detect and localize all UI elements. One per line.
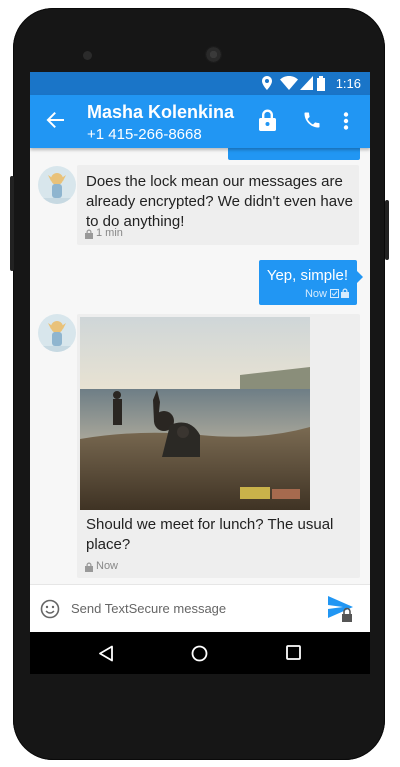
avatar-photo: [38, 314, 76, 352]
message-text: Should we meet for lunch? The usual plac…: [86, 516, 334, 553]
overflow-menu-icon[interactable]: [343, 112, 349, 130]
avatar[interactable]: [38, 314, 76, 352]
message-timestamp: Now: [96, 560, 119, 572]
previous-outgoing-bubble: [228, 148, 360, 160]
location-icon: [262, 76, 272, 90]
message-text: Yep, simple!: [266, 267, 348, 284]
signal-icon: [300, 76, 313, 90]
conversation-list[interactable]: Does the lock mean our messages are alre…: [30, 148, 370, 584]
contact-name[interactable]: Masha Kolenkina: [87, 102, 234, 123]
avatar-photo: [38, 166, 76, 204]
back-arrow-icon[interactable]: [46, 111, 64, 129]
delivered-check-icon: [330, 289, 339, 298]
message-timestamp: 1 min: [96, 227, 123, 239]
power-button: [385, 200, 389, 260]
navigation-bar: [30, 632, 370, 674]
emoji-icon[interactable]: [40, 599, 60, 619]
message-timestamp: Now: [304, 288, 327, 300]
contact-phone-number: +1 415-266-8668: [87, 126, 202, 143]
message-input[interactable]: Send TextSecure message: [71, 601, 226, 616]
volume-button: [10, 176, 14, 271]
message-bubble-incoming[interactable]: Should we meet for lunch? The usual plac…: [77, 314, 360, 578]
lock-icon[interactable]: [259, 109, 276, 131]
beach-photo[interactable]: [80, 317, 310, 510]
message-bubble-outgoing[interactable]: Yep, simple! Now: [259, 260, 357, 305]
lock-icon: [85, 562, 93, 572]
phone-call-icon[interactable]: [302, 110, 322, 130]
message-bubble-incoming[interactable]: Does the lock mean our messages are alre…: [77, 165, 359, 245]
screen: 1:16 Masha Kolenkina +1 415-266-8668 Doe…: [30, 72, 370, 632]
status-bar: 1:16: [30, 72, 370, 95]
nav-home-icon[interactable]: [191, 645, 208, 662]
message-text: Does the lock mean our messages are alre…: [86, 173, 353, 230]
message-composer: Send TextSecure message: [30, 584, 370, 632]
front-camera: [83, 51, 92, 60]
lock-icon: [85, 229, 93, 239]
send-button[interactable]: [327, 593, 357, 623]
lock-icon: [341, 288, 349, 298]
battery-icon: [317, 76, 325, 91]
clock: 1:16: [335, 76, 361, 91]
avatar[interactable]: [38, 166, 76, 204]
bubble-tail: [357, 271, 363, 283]
nav-back-icon[interactable]: [98, 645, 114, 662]
nav-recents-icon[interactable]: [286, 645, 301, 660]
app-bar: Masha Kolenkina +1 415-266-8668: [30, 95, 370, 148]
wifi-icon: [280, 76, 298, 90]
earpiece-speaker: [205, 46, 222, 63]
